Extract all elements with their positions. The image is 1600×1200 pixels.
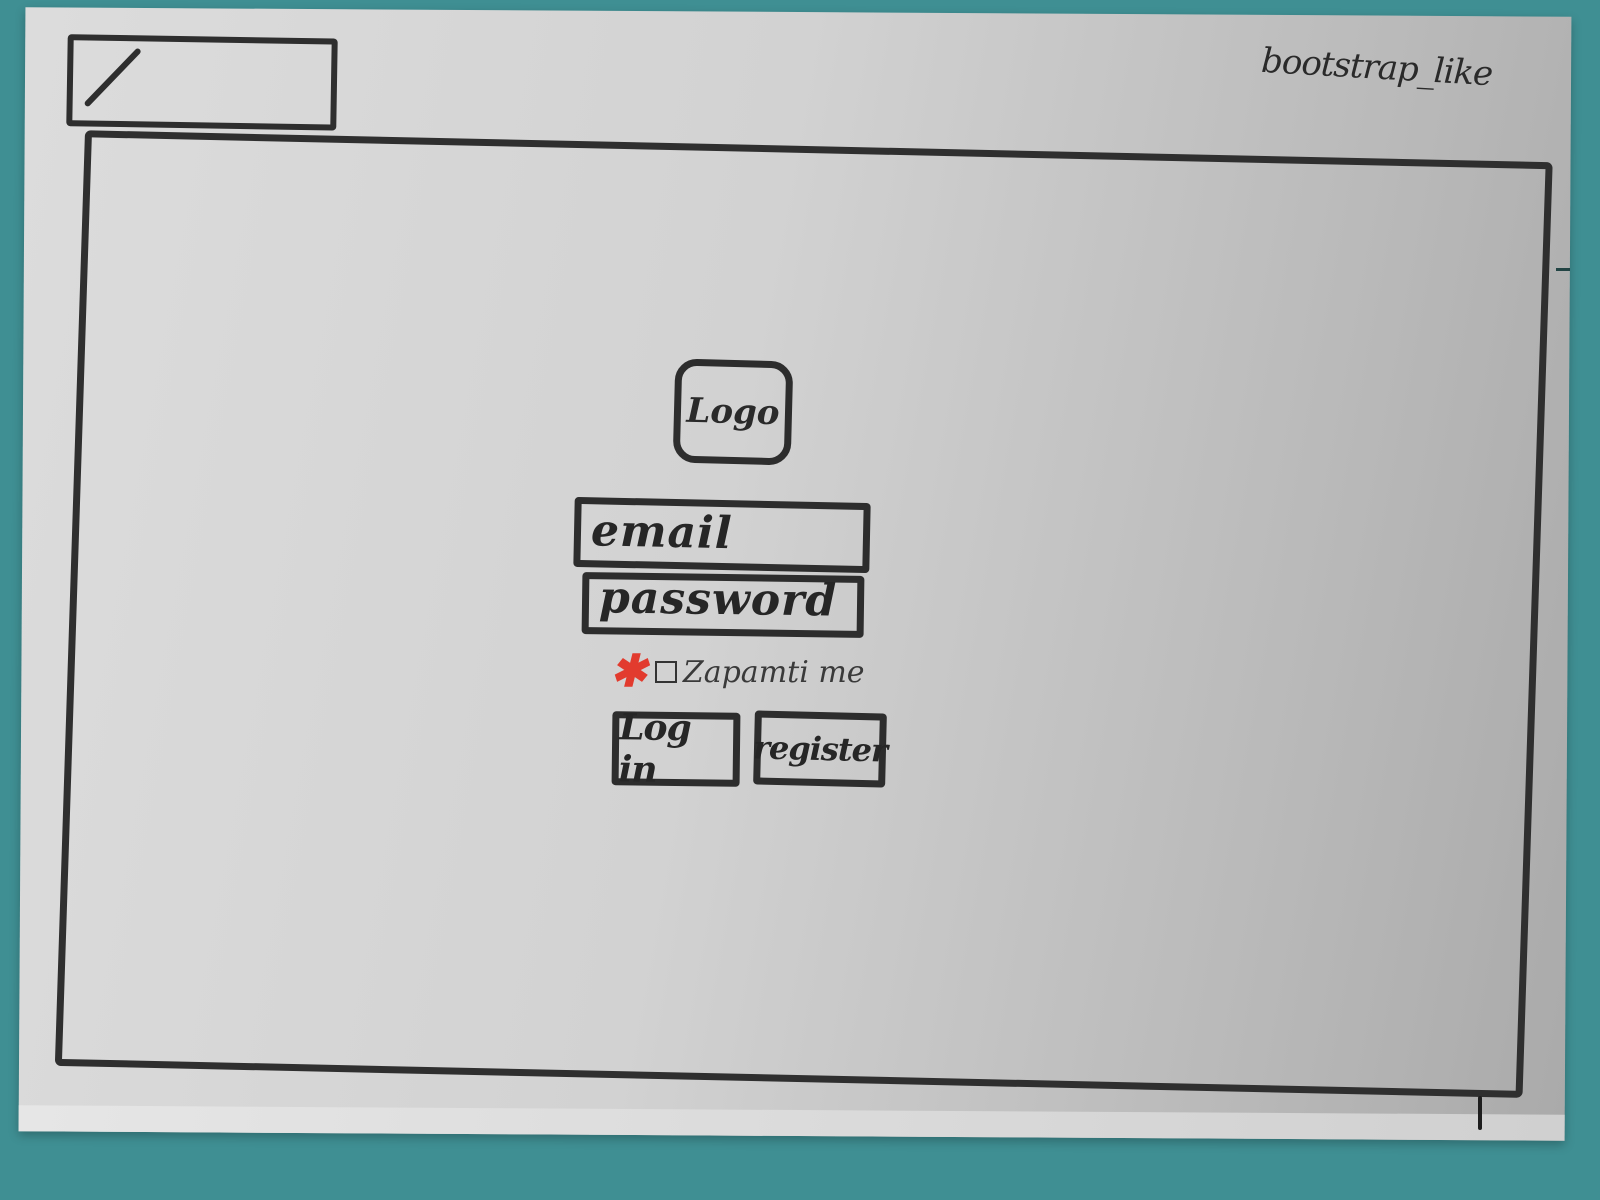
email-field[interactable]: email (573, 496, 871, 574)
edge-tick-mark (1556, 268, 1570, 271)
placeholder-slash-icon (83, 47, 142, 108)
page-corner-mark (1478, 1096, 1482, 1130)
logo: Logo (672, 358, 794, 466)
navbar-image-placeholder (66, 34, 338, 131)
remember-me-row: ✱ Zapamti me (610, 650, 865, 694)
login-form: Logo email password ✱ Zapamti me Log in … (573, 358, 887, 791)
register-button[interactable]: register (753, 710, 887, 788)
sheet-edge (18, 1105, 1565, 1141)
brand-title: bootstrap_like (1260, 40, 1494, 95)
remember-me-label: Zapamti me (682, 654, 865, 690)
password-field[interactable]: password (581, 572, 865, 638)
remember-me-checkbox[interactable] (654, 661, 677, 683)
login-button[interactable]: Log in (611, 706, 741, 791)
password-placeholder: password (598, 572, 838, 627)
email-placeholder: email (590, 505, 734, 560)
required-asterisk-icon: ✱ (610, 646, 647, 697)
